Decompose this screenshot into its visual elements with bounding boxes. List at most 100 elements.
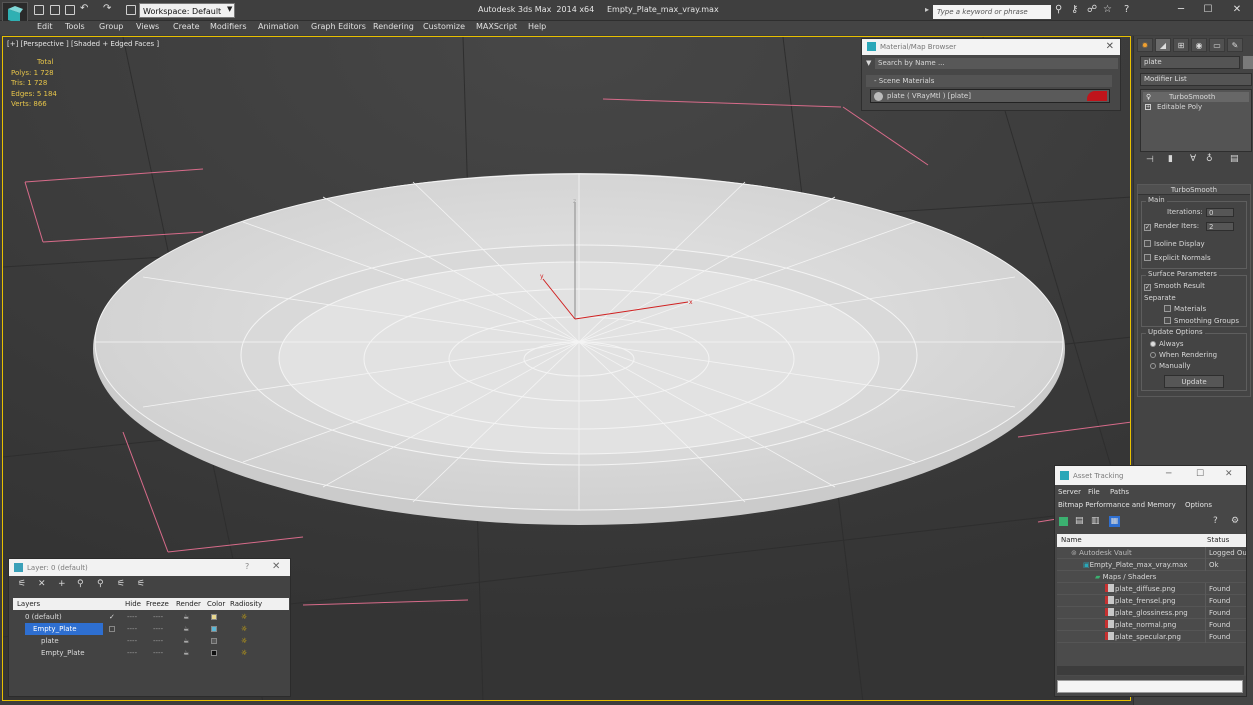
hide-toggle[interactable]: ---- bbox=[127, 635, 137, 647]
col-render[interactable]: Render bbox=[176, 600, 201, 608]
layer-manager-icon[interactable]: ⚟ bbox=[18, 579, 26, 589]
freeze-toggle[interactable]: ---- bbox=[153, 611, 163, 623]
refresh-icon[interactable] bbox=[1059, 517, 1068, 526]
render-teapot-icon[interactable]: ☕ bbox=[183, 647, 189, 659]
remove-modifier-icon[interactable]: ♁ bbox=[1206, 154, 1213, 164]
maximize-icon[interactable]: ☐ bbox=[1197, 2, 1219, 18]
delete-layer-icon[interactable]: ✕ bbox=[38, 579, 46, 589]
close-icon[interactable]: ✕ bbox=[272, 561, 280, 572]
layer-row[interactable]: 0 (default) ✓ ---- ---- ☕ ☼ bbox=[13, 611, 269, 623]
asset-row[interactable]: plate_glossiness.png Found bbox=[1057, 607, 1246, 619]
asset-row[interactable]: plate_normal.png Found bbox=[1057, 619, 1246, 631]
checkbox-icon[interactable]: ✓ bbox=[1144, 284, 1151, 291]
maximize-icon[interactable]: ☐ bbox=[1196, 469, 1204, 479]
help-icon[interactable]: ? bbox=[245, 562, 249, 571]
minimize-icon[interactable]: ─ bbox=[1166, 469, 1171, 479]
minimize-icon[interactable]: ─ bbox=[1170, 2, 1192, 18]
dropdown-arrow-icon[interactable]: ▼ bbox=[866, 59, 871, 67]
menu-file[interactable]: File bbox=[1088, 488, 1100, 496]
plate-mesh[interactable] bbox=[93, 173, 1065, 525]
hide-toggle[interactable]: ---- bbox=[127, 623, 137, 635]
explicit-normals-option[interactable]: Explicit Normals bbox=[1144, 254, 1211, 262]
show-end-result-icon[interactable]: ▮ bbox=[1168, 154, 1173, 164]
motion-tab-icon[interactable]: ◉ bbox=[1191, 38, 1207, 52]
asset-path-field[interactable] bbox=[1057, 680, 1243, 693]
menu-options[interactable]: Options bbox=[1185, 501, 1212, 509]
new-file-icon[interactable] bbox=[34, 5, 44, 15]
material-browser-titlebar[interactable]: Material/Map Browser ✕ bbox=[862, 39, 1120, 55]
pin-stack-icon[interactable]: ⊣ bbox=[1146, 155, 1154, 165]
layer-color-swatch[interactable] bbox=[211, 626, 217, 632]
render-teapot-icon[interactable]: ☕ bbox=[183, 635, 189, 647]
col-freeze[interactable]: Freeze bbox=[146, 600, 169, 608]
render-iters-option[interactable]: ✓ Render Iters: bbox=[1144, 222, 1199, 231]
menu-help[interactable]: Help bbox=[528, 22, 546, 31]
tree-view-icon[interactable]: ▥ bbox=[1091, 516, 1100, 526]
radio-icon[interactable] bbox=[1150, 352, 1156, 358]
expand-icon[interactable]: + bbox=[1145, 104, 1151, 110]
asset-row[interactable]: plate_specular.png Found bbox=[1057, 631, 1246, 643]
render-teapot-icon[interactable]: ☕ bbox=[183, 611, 189, 623]
menu-server[interactable]: Server bbox=[1058, 488, 1081, 496]
iterations-spinner[interactable]: 0 bbox=[1206, 208, 1234, 217]
star-icon[interactable]: ☆ bbox=[1103, 4, 1112, 15]
search-input[interactable]: Type a keyword or phrase bbox=[933, 5, 1051, 19]
checkbox-icon[interactable]: ✓ bbox=[1144, 224, 1151, 231]
utilities-tab-icon[interactable]: ✎ bbox=[1227, 38, 1243, 52]
binoculars-icon[interactable]: ⚲ bbox=[1055, 4, 1062, 15]
menu-graph-editors[interactable]: Graph Editors bbox=[311, 22, 366, 31]
always-option[interactable]: Always bbox=[1150, 340, 1184, 348]
col-name[interactable]: Name bbox=[1061, 536, 1082, 544]
menu-modifiers[interactable]: Modifiers bbox=[210, 22, 247, 31]
freeze-toggle[interactable]: ---- bbox=[153, 623, 163, 635]
layer-color-swatch[interactable] bbox=[211, 638, 217, 644]
layer-color-swatch[interactable] bbox=[211, 614, 217, 620]
close-icon[interactable]: ✕ bbox=[1106, 41, 1114, 52]
layer-row[interactable]: plate ---- ---- ☕ ☼ bbox=[13, 635, 269, 647]
asset-row[interactable]: ▣Empty_Plate_max_vray.max Ok bbox=[1057, 559, 1246, 571]
add-layer-icon[interactable]: + bbox=[58, 579, 66, 589]
object-color-swatch[interactable] bbox=[1243, 56, 1253, 69]
key-icon[interactable]: ⚷ bbox=[1071, 4, 1078, 15]
set-current-layer-icon[interactable]: ⚟ bbox=[117, 579, 125, 589]
save-file-icon[interactable] bbox=[65, 5, 75, 15]
col-hide[interactable]: Hide bbox=[125, 600, 141, 608]
freeze-toggle[interactable]: ---- bbox=[153, 647, 163, 659]
materials-option[interactable]: Materials bbox=[1164, 305, 1206, 313]
menu-rendering[interactable]: Rendering bbox=[373, 22, 414, 31]
radiosity-icon[interactable]: ☼ bbox=[241, 623, 247, 635]
help-icon[interactable]: ? bbox=[1213, 516, 1218, 526]
radiosity-icon[interactable]: ☼ bbox=[241, 647, 247, 659]
current-layer-checkbox[interactable] bbox=[109, 626, 115, 632]
asset-tracking-titlebar[interactable]: Asset Tracking ─ ☐ ✕ bbox=[1055, 466, 1246, 485]
menu-edit[interactable]: Edit bbox=[37, 22, 53, 31]
configure-sets-icon[interactable]: ▤ bbox=[1230, 154, 1239, 164]
col-status[interactable]: Status bbox=[1207, 536, 1229, 544]
col-layers[interactable]: Layers bbox=[17, 600, 40, 608]
radiosity-icon[interactable]: ☼ bbox=[241, 611, 247, 623]
close-icon[interactable]: ✕ bbox=[1226, 2, 1248, 18]
create-tab-icon[interactable]: ✹ bbox=[1137, 38, 1153, 52]
isoline-display-option[interactable]: Isoline Display bbox=[1144, 240, 1205, 248]
col-color[interactable]: Color bbox=[207, 600, 225, 608]
menu-bitmap-performance[interactable]: Bitmap Performance and Memory bbox=[1058, 501, 1176, 509]
horizontal-scrollbar[interactable] bbox=[1057, 666, 1244, 675]
layer-options-icon[interactable]: ⚟ bbox=[137, 579, 145, 589]
undo-icon[interactable]: ↶ bbox=[80, 3, 88, 14]
asset-row[interactable]: plate_diffuse.png Found bbox=[1057, 583, 1246, 595]
col-radiosity[interactable]: Radiosity bbox=[230, 600, 262, 608]
render-iters-spinner[interactable]: 2 bbox=[1206, 222, 1234, 231]
menu-maxscript[interactable]: MAXScript bbox=[476, 22, 517, 31]
communication-icon[interactable]: ☍ bbox=[1087, 4, 1097, 15]
viewport-label[interactable]: [+] [Perspective ] [Shaded + Edged Faces… bbox=[7, 40, 159, 48]
asset-row[interactable]: ▰ Maps / Shaders bbox=[1057, 571, 1246, 583]
freeze-toggle[interactable]: ---- bbox=[153, 635, 163, 647]
current-layer-icon[interactable]: ✓ bbox=[109, 611, 115, 623]
material-item-plate[interactable]: plate ( VRayMtl ) [plate] bbox=[870, 89, 1110, 103]
layer-dialog-titlebar[interactable]: Layer: 0 (default) ? ✕ bbox=[9, 559, 290, 576]
menu-customize[interactable]: Customize bbox=[423, 22, 465, 31]
menu-tools[interactable]: Tools bbox=[65, 22, 85, 31]
workspace-dropdown[interactable]: Workspace: Default bbox=[139, 3, 235, 18]
material-search-input[interactable]: Search by Name ... bbox=[875, 58, 1118, 69]
layer-row[interactable]: Empty_Plate ---- ---- ☕ ☼ bbox=[13, 623, 269, 635]
